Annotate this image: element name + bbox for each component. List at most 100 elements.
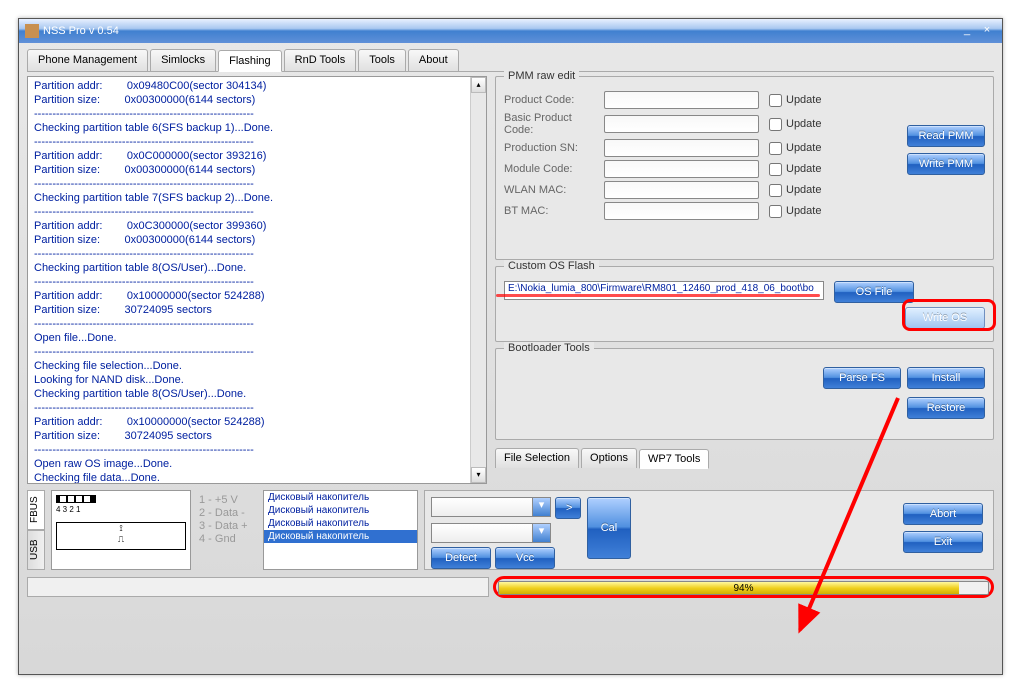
- main-tabs: Phone Management Simlocks Flashing RnD T…: [27, 49, 994, 72]
- log-line: Open raw OS image...Done.: [34, 457, 480, 471]
- log-line: ----------------------------------------…: [34, 345, 480, 359]
- update-checkbox[interactable]: [769, 205, 782, 218]
- read-pmm-button[interactable]: Read PMM: [907, 125, 985, 147]
- list-item[interactable]: Дисковый накопитель: [264, 530, 417, 543]
- list-item[interactable]: Дисковый накопитель: [264, 504, 417, 517]
- scroll-up-icon[interactable]: ▴: [471, 77, 486, 93]
- pin-label: 2 - Data -: [199, 507, 255, 520]
- go-button[interactable]: >: [555, 497, 581, 519]
- update-checkbox[interactable]: [769, 184, 782, 197]
- update-label: Update: [786, 205, 821, 217]
- pin-label: 4 - Gnd: [199, 533, 255, 546]
- port-diagram: 4 3 2 1 ⟟⎍: [51, 490, 191, 570]
- update-checkbox[interactable]: [769, 163, 782, 176]
- log-line: Checking file data...Done.: [34, 471, 480, 484]
- field-label: Module Code:: [504, 163, 604, 175]
- detect-button[interactable]: Detect: [431, 547, 491, 569]
- log-line: Checking partition table 6(SFS backup 1)…: [34, 121, 480, 135]
- update-checkbox[interactable]: [769, 142, 782, 155]
- titlebar[interactable]: NSS Pro v 0.54 _ ×: [19, 19, 1002, 43]
- tab-usb[interactable]: USB: [27, 530, 45, 570]
- pmm-input[interactable]: [604, 115, 759, 133]
- dropdown-1[interactable]: ▾: [431, 497, 551, 517]
- os-flash-group: Custom OS Flash E:\Nokia_lumia_800\Firmw…: [495, 266, 994, 342]
- field-label: BT MAC:: [504, 205, 604, 217]
- tab-simlocks[interactable]: Simlocks: [150, 49, 216, 71]
- log-line: Partition addr: 0x10000000(sector 524288…: [34, 415, 480, 429]
- chevron-down-icon: ▾: [532, 524, 550, 542]
- log-scrollbar[interactable]: ▴ ▾: [470, 77, 486, 483]
- parse-fs-button[interactable]: Parse FS: [823, 367, 901, 389]
- log-line: ----------------------------------------…: [34, 275, 480, 289]
- usb-connector-icon: ⟟⎍: [56, 522, 186, 550]
- update-checkbox[interactable]: [769, 94, 782, 107]
- scroll-down-icon[interactable]: ▾: [471, 467, 486, 483]
- pmm-input[interactable]: [604, 139, 759, 157]
- log-line: Partition size: 30724095 sectors: [34, 429, 480, 443]
- list-item[interactable]: Дисковый накопитель: [264, 517, 417, 530]
- log-line: ----------------------------------------…: [34, 135, 480, 149]
- update-label: Update: [786, 118, 821, 130]
- pmm-title: PMM raw edit: [504, 70, 579, 82]
- list-item[interactable]: Дисковый накопитель: [264, 491, 417, 504]
- restore-button[interactable]: Restore: [907, 397, 985, 419]
- log-line: Partition size: 30724095 sectors: [34, 303, 480, 317]
- tab-options[interactable]: Options: [581, 448, 637, 468]
- dropdown-2[interactable]: ▾: [431, 523, 551, 543]
- control-panel: ▾ > ▾ Detect Vcc Cal Abort Exit: [424, 490, 994, 570]
- write-os-button[interactable]: Write OS: [905, 307, 985, 329]
- close-button[interactable]: ×: [978, 24, 996, 38]
- app-icon: [25, 24, 39, 38]
- log-line: Checking partition table 7(SFS backup 2)…: [34, 191, 480, 205]
- highlight-annotation: [496, 294, 820, 297]
- port-tabs: FBUS USB: [27, 490, 45, 570]
- pmm-input[interactable]: [604, 202, 759, 220]
- pmm-input[interactable]: [604, 181, 759, 199]
- tab-wp7-tools[interactable]: WP7 Tools: [639, 449, 709, 469]
- log-line: Looking for NAND disk...Done.: [34, 373, 480, 387]
- log-line: ----------------------------------------…: [34, 205, 480, 219]
- os-file-button[interactable]: OS File: [834, 281, 914, 303]
- log-line: Checking partition table 8(OS/User)...Do…: [34, 261, 480, 275]
- exit-button[interactable]: Exit: [903, 531, 983, 553]
- pin-labels: 1 - +5 V 2 - Data - 3 - Data + 4 - Gnd: [197, 490, 257, 570]
- os-path-input[interactable]: E:\Nokia_lumia_800\Firmware\RM801_12460_…: [504, 281, 824, 300]
- log-line: ----------------------------------------…: [34, 401, 480, 415]
- log-line: Checking partition table 8(OS/User)...Do…: [34, 387, 480, 401]
- vcc-button[interactable]: Vcc: [495, 547, 555, 569]
- update-checkbox[interactable]: [769, 118, 782, 131]
- field-label: Production SN:: [504, 142, 604, 154]
- log-line: Partition addr: 0x10000000(sector 524288…: [34, 289, 480, 303]
- pmm-input[interactable]: [604, 91, 759, 109]
- pmm-group: PMM raw edit Product Code: UpdateBasic P…: [495, 76, 994, 260]
- abort-button[interactable]: Abort: [903, 503, 983, 525]
- pin-numbers: 4 3 2 1: [56, 505, 186, 514]
- os-flash-title: Custom OS Flash: [504, 260, 599, 272]
- write-pmm-button[interactable]: Write PMM: [907, 153, 985, 175]
- log-line: Checking file selection...Done.: [34, 359, 480, 373]
- log-line: Partition addr: 0x0C300000(sector 399360…: [34, 219, 480, 233]
- device-list[interactable]: Дисковый накопитель Дисковый накопитель …: [263, 490, 418, 570]
- tab-about[interactable]: About: [408, 49, 459, 71]
- tab-phone-mgmt[interactable]: Phone Management: [27, 49, 148, 71]
- log-line: ----------------------------------------…: [34, 107, 480, 121]
- progress-bar: 94%: [498, 581, 989, 595]
- content-area: Phone Management Simlocks Flashing RnD T…: [19, 43, 1002, 604]
- app-window: NSS Pro v 0.54 _ × Phone Management Siml…: [18, 18, 1003, 675]
- tab-fbus[interactable]: FBUS: [27, 490, 45, 530]
- progress-highlight: 94%: [493, 576, 994, 598]
- update-label: Update: [786, 142, 821, 154]
- tab-tools[interactable]: Tools: [358, 49, 406, 71]
- tab-file-selection[interactable]: File Selection: [495, 448, 579, 468]
- progress-bar-left: [27, 577, 489, 597]
- pmm-input[interactable]: [604, 160, 759, 178]
- tab-flashing[interactable]: Flashing: [218, 50, 282, 72]
- cal-button[interactable]: Cal: [587, 497, 631, 559]
- minimize-button[interactable]: _: [958, 24, 976, 38]
- log-line: Partition size: 0x00300000(6144 sectors): [34, 233, 480, 247]
- tab-rnd[interactable]: RnD Tools: [284, 49, 357, 71]
- install-button[interactable]: Install: [907, 367, 985, 389]
- update-label: Update: [786, 94, 821, 106]
- log-line: Partition addr: 0x09480C00(sector 304134…: [34, 79, 480, 93]
- log-line: Partition size: 0x00300000(6144 sectors): [34, 93, 480, 107]
